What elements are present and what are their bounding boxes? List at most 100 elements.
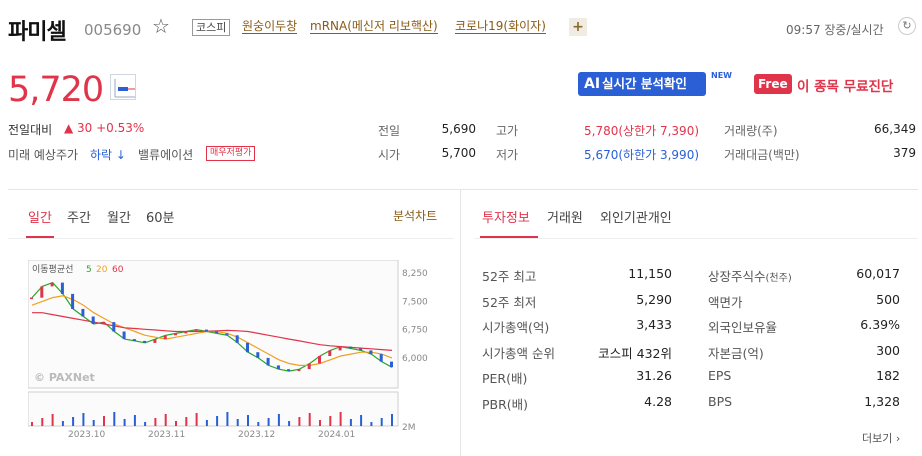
tab-monthly[interactable]: 월간 bbox=[107, 207, 131, 226]
tab-daily[interactable]: 일간 bbox=[28, 207, 52, 226]
volume-bar bbox=[185, 417, 188, 426]
volume-bar bbox=[308, 413, 311, 426]
volume-bar bbox=[267, 418, 270, 426]
inv-right-label: 자본금(억) bbox=[708, 345, 764, 361]
mini-chart-icon[interactable] bbox=[110, 74, 136, 100]
paxnet-watermark: © PAXNet bbox=[34, 371, 95, 384]
inv-right-value: 1,328 bbox=[864, 393, 900, 409]
volume-bar bbox=[329, 416, 332, 426]
current-price: 5,720 bbox=[8, 70, 104, 110]
candle bbox=[122, 331, 126, 339]
forecast-label: 미래 예상주가 bbox=[8, 148, 79, 162]
volume-bar bbox=[247, 415, 249, 426]
amount-label: 거래대금(백만) bbox=[724, 148, 800, 162]
candle bbox=[225, 333, 229, 336]
candle bbox=[307, 363, 311, 370]
volume-bar bbox=[380, 418, 383, 426]
volume-bar bbox=[391, 414, 393, 426]
candle bbox=[143, 340, 147, 343]
y-tick-label: 6,750 bbox=[402, 326, 428, 336]
volume-bar bbox=[92, 420, 95, 426]
candle bbox=[184, 331, 188, 334]
candle bbox=[338, 346, 342, 351]
price-change: ▲ 30 +0.53% bbox=[64, 121, 145, 135]
volume-bar bbox=[195, 413, 198, 426]
theme-link-1[interactable]: 원숭이두창 bbox=[242, 19, 298, 34]
volume-bar bbox=[205, 420, 208, 426]
tab-60min[interactable]: 60분 bbox=[146, 207, 175, 226]
column-divider bbox=[460, 190, 461, 456]
volume-bar bbox=[298, 417, 301, 426]
high-value: 5,780(상한가 7,390) bbox=[584, 124, 700, 138]
theme-link-2[interactable]: mRNA(메신저 리보핵산) bbox=[310, 19, 438, 34]
candle bbox=[318, 356, 321, 364]
volume-bar bbox=[144, 422, 147, 426]
volume-bar bbox=[113, 412, 116, 426]
inv-left-label: 52주 최고 bbox=[482, 269, 537, 284]
open-label: 시가 bbox=[378, 148, 401, 162]
candle bbox=[266, 357, 270, 366]
inv-left-value: 3,433 bbox=[636, 317, 672, 332]
prev-close-label: 전일 bbox=[378, 124, 401, 138]
x-tick-label: 2023.10 bbox=[68, 430, 105, 438]
ma60-legend: 60 bbox=[112, 265, 124, 275]
volume-label: 거래량(주) bbox=[724, 124, 778, 138]
inv-left-value: 31.26 bbox=[636, 368, 672, 383]
inv-right-label: 외국인보유율 bbox=[708, 320, 778, 335]
candle bbox=[163, 335, 167, 340]
section-divider bbox=[8, 189, 918, 190]
tab-investment-info[interactable]: 투자정보 bbox=[482, 207, 530, 226]
candle bbox=[359, 348, 363, 351]
candle bbox=[112, 322, 116, 332]
candle bbox=[50, 282, 54, 287]
theme-link-3[interactable]: 코로나19(화이자) bbox=[455, 19, 546, 34]
valuation-badge[interactable]: 매우저평가 bbox=[206, 146, 256, 161]
candle bbox=[174, 333, 177, 336]
free-tag[interactable]: Free bbox=[754, 74, 792, 94]
inv-right-value: 300 bbox=[876, 342, 900, 358]
tab-brokers[interactable]: 거래원 bbox=[547, 207, 583, 226]
inv-left-value: 5,290 bbox=[636, 291, 672, 307]
tab-weekly[interactable]: 주간 bbox=[67, 207, 91, 226]
volume-bar bbox=[339, 412, 342, 426]
ma20-legend: 20 bbox=[96, 265, 108, 275]
inv-left-label: PBR(배) bbox=[482, 396, 529, 412]
inv-right-sublabel: (천주) bbox=[765, 273, 792, 284]
candle bbox=[204, 329, 208, 332]
stock-name: 파미셀 bbox=[8, 20, 67, 45]
tab-foreign-institution[interactable]: 외인기관개인 bbox=[600, 207, 672, 226]
amount-value: 379 bbox=[893, 146, 916, 160]
candle bbox=[40, 286, 44, 298]
inv-right-value: 500 bbox=[876, 291, 900, 307]
inv-right-label: 상장주식수(천주) bbox=[708, 269, 792, 284]
price-chart[interactable]: 이동평균선 5 20 60 © PAXNet 2M 8,250 7,500 6,75… bbox=[27, 259, 460, 440]
x-tick-label: 2023.11 bbox=[148, 430, 185, 438]
volume-bar bbox=[123, 419, 126, 426]
volume-bar bbox=[277, 414, 280, 426]
volume-bar bbox=[319, 420, 321, 426]
market-badge: 코스피 bbox=[192, 19, 231, 36]
candle bbox=[328, 350, 332, 356]
more-link[interactable]: 더보기 › bbox=[862, 430, 900, 446]
free-diagnosis-link[interactable]: 이 종목 무료진단 bbox=[797, 75, 893, 95]
favorite-star-icon[interactable]: ☆ bbox=[152, 14, 170, 38]
candle bbox=[71, 293, 75, 309]
y-tick-label: 6,000 bbox=[402, 354, 428, 364]
volume-bar bbox=[226, 412, 229, 426]
volume-bar bbox=[41, 418, 44, 426]
forecast-value[interactable]: 하락 ↓ bbox=[90, 146, 126, 163]
analysis-chart-link[interactable]: 분석차트 bbox=[393, 207, 437, 224]
volume-bar bbox=[51, 414, 54, 426]
volume-tick: 2M bbox=[402, 423, 416, 433]
candle bbox=[153, 339, 157, 343]
inv-right-value: 60,017 bbox=[856, 266, 900, 281]
market-time: 09:57 장중/실시간 bbox=[786, 23, 884, 37]
info-tab-divider bbox=[474, 238, 918, 239]
ai-analysis-button[interactable]: AI 실시간 분석확인 bbox=[578, 72, 706, 96]
refresh-icon[interactable]: ↻ bbox=[898, 17, 916, 35]
add-theme-button[interactable]: + bbox=[569, 18, 587, 36]
volume-bar bbox=[370, 422, 373, 426]
candle bbox=[235, 335, 239, 343]
candle bbox=[348, 346, 352, 349]
volume-bar bbox=[103, 416, 105, 426]
